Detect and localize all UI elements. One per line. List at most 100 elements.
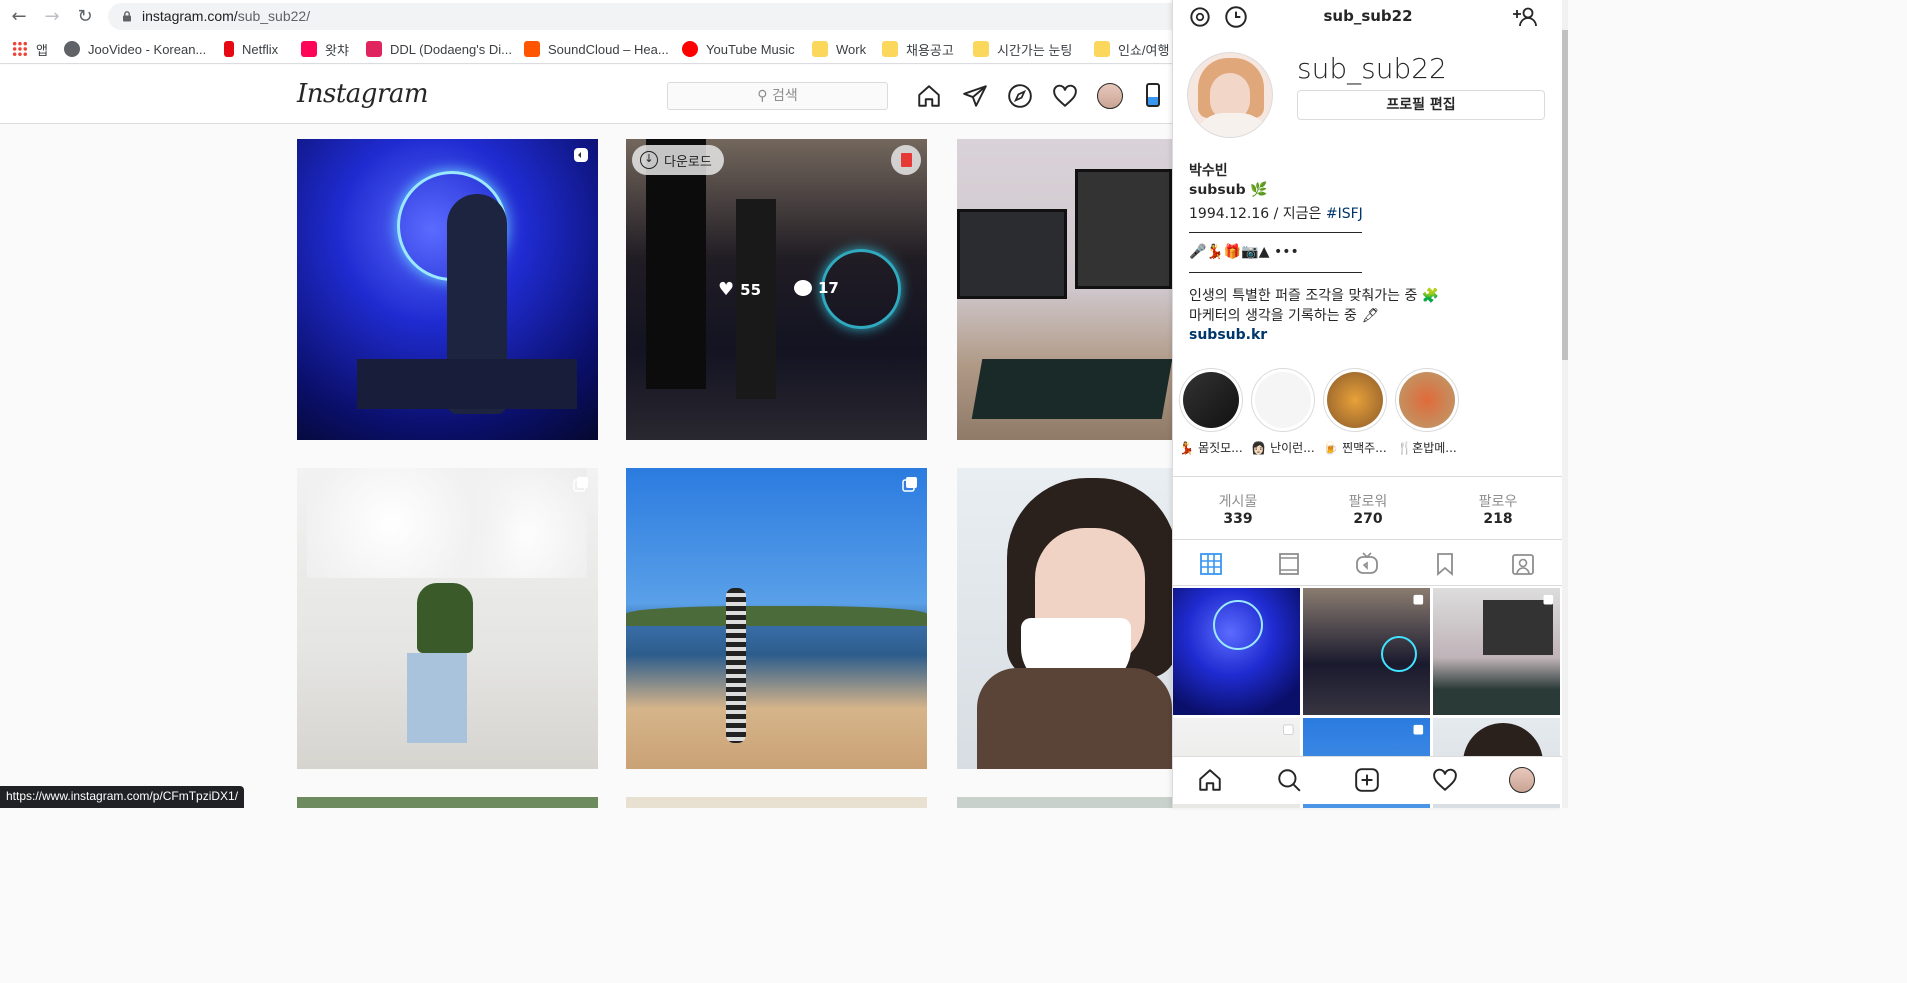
delete-button[interactable] [891, 145, 921, 175]
carousel-icon [1543, 594, 1554, 605]
bookmark-ddl[interactable]: DDL (Dodaeng's Di... [366, 39, 512, 59]
post-tile-6[interactable] [957, 468, 1172, 769]
mini-post-2[interactable] [1303, 588, 1430, 715]
soundcloud-icon [524, 41, 540, 57]
instagram-logo[interactable]: Instagram [297, 79, 429, 109]
mini-post-1[interactable] [1173, 588, 1300, 715]
new-post-icon[interactable] [1354, 767, 1380, 793]
panel-top-bar: sub_sub22 [1173, 0, 1562, 33]
url-text: instagram.com/sub_sub22/ [142, 8, 311, 24]
panel-username: sub_sub22 [1323, 7, 1413, 25]
likes-count: ♥ 55 [718, 279, 762, 300]
reels-icon [574, 148, 588, 162]
folder-icon [1094, 41, 1110, 57]
edit-profile-button[interactable]: 프로필 편집 [1297, 90, 1545, 120]
post-tile-4[interactable] [297, 468, 598, 769]
status-bar-url: https://www.instagram.com/p/CFmTpziDX1/ [0, 786, 245, 808]
globe-icon [64, 41, 80, 57]
post-tile-1[interactable] [297, 139, 598, 440]
search-icon[interactable] [1276, 767, 1302, 793]
direct-icon[interactable] [962, 83, 988, 109]
profile-subtitle: 𝘀𝘂𝗯𝘀𝘂𝗯 🌿 [1189, 182, 1268, 198]
lock-icon [123, 11, 131, 22]
feed-tab-icon[interactable] [1277, 552, 1301, 576]
carousel-icon [1413, 594, 1424, 605]
grid-tab-icon[interactable] [1199, 552, 1223, 576]
tagged-tab-icon[interactable] [1511, 552, 1535, 576]
mobile-icon[interactable] [1146, 83, 1164, 109]
explore-icon[interactable] [1007, 83, 1033, 109]
folder-icon [812, 41, 828, 57]
profile-tabs [1173, 540, 1562, 586]
profile-full-name: 박수빈 [1189, 163, 1228, 179]
watcha-icon [301, 41, 317, 57]
profile-stats: 게시물 339 팔로워 270 팔로우 218 [1173, 476, 1562, 540]
youtube-music-icon [682, 41, 698, 57]
bookmark-apps[interactable]: 앱 [12, 39, 48, 59]
profile-bio-line1: 1994.12.16 / 지금은 #ISFJ [1189, 206, 1363, 222]
add-user-icon[interactable] [1511, 4, 1539, 30]
stat-posts[interactable]: 게시물 339 [1173, 491, 1303, 527]
heart-icon[interactable] [1052, 83, 1078, 109]
panel-bottom-nav [1173, 756, 1562, 804]
post-tile-9[interactable] [957, 797, 1172, 808]
bookmark-joovideo[interactable]: JooVideo - Korean... [64, 39, 206, 59]
profile-avatar[interactable] [1509, 767, 1535, 793]
profile-avatar[interactable] [1097, 83, 1123, 109]
post-tile-5[interactable] [626, 468, 927, 769]
highlight-3[interactable]: 🍺 찐맥주... [1323, 368, 1387, 456]
download-button[interactable]: ↓ 다운로드 [632, 145, 724, 175]
trash-icon [901, 153, 912, 167]
profile-website-link[interactable]: subsub.kr [1189, 327, 1267, 343]
reload-icon[interactable]: ↻ [74, 6, 96, 28]
stat-followers[interactable]: 팔로워 270 [1303, 491, 1433, 527]
highlight-4[interactable]: 🍴혼밥메... [1395, 368, 1459, 456]
bookmark-folder-work[interactable]: Work [812, 39, 866, 59]
bookmark-youtube-music[interactable]: YouTube Music [682, 39, 795, 59]
forward-arrow-icon[interactable]: → [41, 6, 63, 28]
apps-grid-icon [12, 41, 28, 57]
highlight-2[interactable]: 👩🏻 난이런... [1251, 368, 1315, 456]
mini-post-3[interactable] [1433, 588, 1560, 715]
folder-icon [882, 41, 898, 57]
bookmark-watcha[interactable]: 왓챠 [301, 39, 349, 59]
profile-bio-line3: 마케터의 생각을 기록하는 중 🖋 [1189, 308, 1380, 324]
profile-bio-line2: 인생의 특별한 퍼즐 조각을 맞춰가는 중 🧩 [1189, 288, 1440, 304]
bookmark-folder-jobs[interactable]: 채용공고 [882, 39, 954, 59]
folder-icon [973, 41, 989, 57]
stat-following[interactable]: 팔로우 218 [1433, 491, 1562, 527]
profile-handle: sub_sub22 [1297, 52, 1447, 85]
bookmark-folder-travel[interactable]: 인쇼/여행 [1094, 39, 1169, 59]
scrollbar[interactable] [1562, 0, 1568, 808]
saved-tab-icon[interactable] [1433, 552, 1457, 576]
profile-picture[interactable] [1187, 52, 1273, 138]
post-tile-8[interactable] [626, 797, 927, 808]
bookmark-netflix[interactable]: Netflix [224, 39, 278, 59]
download-icon: ↓ [640, 151, 658, 169]
address-bar[interactable]: instagram.com/sub_sub22/ [108, 3, 1208, 30]
ddl-icon [366, 41, 382, 57]
hashtag-link[interactable]: #ISFJ [1326, 206, 1363, 222]
bookmark-soundcloud[interactable]: SoundCloud – Hea... [524, 39, 669, 59]
bio-divider [1189, 272, 1362, 273]
bookmark-folder-browse[interactable]: 시간가는 눈팅 [973, 39, 1072, 59]
post-tile-2[interactable]: ↓ 다운로드 ♥ 55 17 [626, 139, 927, 440]
highlight-1[interactable]: 💃 몸짓모... [1179, 368, 1243, 456]
bio-divider [1189, 232, 1362, 233]
search-input[interactable]: ⚲ 검색 [667, 82, 888, 110]
search-icon: ⚲ [757, 88, 768, 104]
heart-icon[interactable] [1432, 767, 1458, 793]
scrollbar-thumb[interactable] [1562, 30, 1568, 360]
home-icon[interactable] [1197, 767, 1223, 793]
back-arrow-icon[interactable]: ← [8, 6, 30, 28]
post-tile-3[interactable] [957, 139, 1172, 440]
igtv-tab-icon[interactable] [1355, 552, 1379, 576]
post-tile-7[interactable] [297, 797, 598, 808]
carousel-icon [1283, 724, 1294, 735]
netflix-icon [224, 41, 234, 57]
home-icon[interactable] [916, 83, 942, 109]
comments-count: 17 [794, 279, 839, 297]
carousel-icon [1413, 724, 1424, 735]
comment-bubble-icon [794, 280, 812, 296]
mobile-profile-panel: sub_sub22 sub_sub22 프로필 편집 박수빈 𝘀𝘂𝗯𝘀𝘂𝗯 🌿 … [1172, 0, 1562, 808]
